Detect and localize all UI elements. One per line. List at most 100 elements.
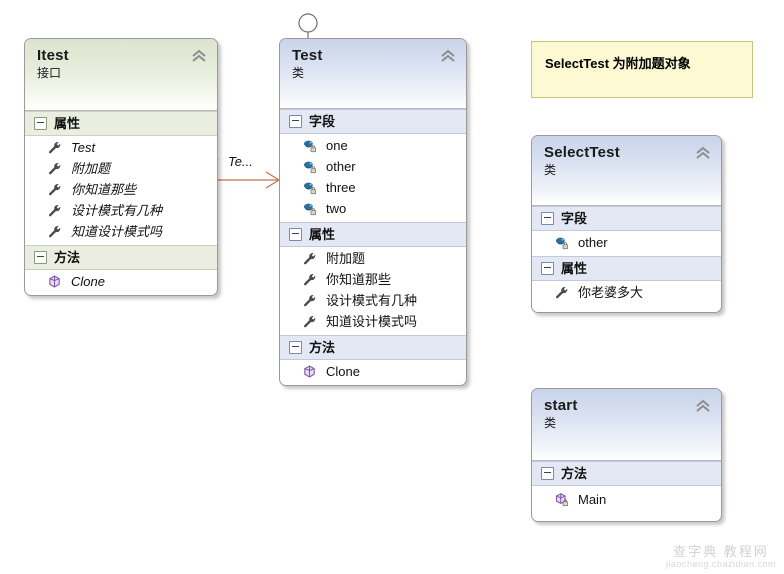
member-row[interactable]: 你老婆多大 — [532, 282, 721, 303]
shape-stereotype: 类 — [544, 416, 557, 430]
connector-overflow-label: Te... — [228, 154, 253, 169]
collapse-expander-icon[interactable] — [541, 212, 554, 225]
member-list-fields: other — [532, 231, 721, 256]
shape-title: Test — [292, 47, 323, 64]
class-shape-test[interactable]: Test 类 字段 one other three two 属性 附加题 你知道… — [279, 38, 467, 386]
member-row[interactable]: other — [280, 156, 466, 177]
shape-stereotype: 类 — [292, 66, 305, 80]
collapse-expander-icon[interactable] — [289, 228, 302, 241]
collapse-chevron-icon[interactable] — [694, 145, 712, 161]
member-label: other — [578, 235, 608, 250]
member-label: Clone — [71, 274, 105, 289]
member-list-methods: Clone — [280, 360, 466, 385]
compartment-header-properties[interactable]: 属性 — [25, 111, 217, 136]
shape-stereotype: 接口 — [37, 66, 62, 80]
collapse-expander-icon[interactable] — [541, 467, 554, 480]
member-row[interactable]: 你知道那些 — [25, 179, 217, 200]
method-private-icon — [554, 492, 569, 507]
member-row[interactable]: two — [280, 198, 466, 219]
property-icon — [554, 285, 569, 300]
method-icon — [47, 274, 62, 289]
member-row[interactable]: one — [280, 135, 466, 156]
property-icon — [47, 140, 62, 155]
property-icon — [302, 251, 317, 266]
member-row[interactable]: 你知道那些 — [280, 269, 466, 290]
class-shape-itest[interactable]: Itest 接口 属性 Test 附加题 你知道那些 设计模式有几种 知道设计模… — [24, 38, 218, 296]
member-label: 你老婆多大 — [578, 285, 644, 300]
collapse-chevron-icon[interactable] — [190, 48, 208, 64]
member-row[interactable]: Clone — [280, 361, 466, 382]
shape-header: start 类 — [532, 389, 721, 461]
class-shape-selecttest[interactable]: SelectTest 类 字段 other 属性 你老婆多大 — [531, 135, 722, 313]
lollipop-circle — [298, 13, 318, 33]
class-shape-start[interactable]: start 类 方法 Main — [531, 388, 722, 522]
compartment-title: 属性 — [561, 261, 588, 276]
member-row[interactable]: 附加题 — [280, 248, 466, 269]
member-label: two — [326, 201, 347, 216]
member-list-methods: Clone — [25, 270, 217, 295]
member-label: one — [326, 138, 348, 153]
shape-header: SelectTest 类 — [532, 136, 721, 206]
member-label: 你知道那些 — [326, 272, 392, 287]
compartment-title: 属性 — [54, 116, 81, 131]
shape-title: start — [544, 397, 578, 414]
compartment-title: 字段 — [561, 211, 588, 226]
property-icon — [302, 272, 317, 287]
compartment-header-properties[interactable]: 属性 — [532, 256, 721, 281]
member-label: other — [326, 159, 356, 174]
field-private-icon — [554, 235, 569, 250]
member-list-properties: 你老婆多大 — [532, 281, 721, 312]
method-icon — [302, 364, 317, 379]
member-row[interactable]: 知道设计模式吗 — [280, 311, 466, 332]
compartment-header-methods[interactable]: 方法 — [25, 245, 217, 270]
field-private-icon — [302, 180, 317, 195]
property-icon — [47, 161, 62, 176]
member-label: 设计模式有几种 — [326, 293, 418, 308]
member-list-fields: one other three two — [280, 134, 466, 222]
comment-note-text: SelectTest 为附加题对象 — [545, 56, 691, 71]
property-icon — [47, 182, 62, 197]
compartment-header-fields[interactable]: 字段 — [532, 206, 721, 231]
shape-title: Itest — [37, 47, 69, 64]
property-icon — [47, 224, 62, 239]
member-row[interactable]: 设计模式有几种 — [25, 200, 217, 221]
member-label: 知道设计模式吗 — [326, 314, 418, 329]
collapse-expander-icon[interactable] — [289, 341, 302, 354]
member-row[interactable]: three — [280, 177, 466, 198]
diagram-canvas: Te... Itest 接口 属性 Test 附加题 你知道那些 设计模式有几种… — [0, 0, 784, 574]
member-row[interactable]: other — [532, 232, 721, 253]
compartment-header-properties[interactable]: 属性 — [280, 222, 466, 247]
collapse-expander-icon[interactable] — [289, 115, 302, 128]
shape-stereotype: 类 — [544, 163, 557, 177]
comment-note[interactable]: SelectTest 为附加题对象 — [531, 41, 753, 98]
property-icon — [302, 293, 317, 308]
member-list-properties: 附加题 你知道那些 设计模式有几种 知道设计模式吗 — [280, 247, 466, 335]
member-row[interactable]: 知道设计模式吗 — [25, 221, 217, 242]
member-label: Test — [71, 140, 96, 155]
member-row[interactable]: Main — [532, 489, 721, 510]
member-row[interactable]: 附加题 — [25, 158, 217, 179]
field-private-icon — [302, 159, 317, 174]
compartment-title: 方法 — [54, 250, 81, 265]
compartment-header-methods[interactable]: 方法 — [532, 461, 721, 486]
member-row[interactable]: Test — [25, 137, 217, 158]
collapse-chevron-icon[interactable] — [694, 398, 712, 414]
field-private-icon — [302, 138, 317, 153]
member-row[interactable]: 设计模式有几种 — [280, 290, 466, 311]
member-row[interactable]: Clone — [25, 271, 217, 292]
compartment-title: 字段 — [309, 114, 336, 129]
compartment-title: 方法 — [561, 466, 588, 481]
collapse-chevron-icon[interactable] — [439, 48, 457, 64]
watermark-sub-text: jiaocheng.chazidian.com — [665, 559, 776, 569]
compartment-header-fields[interactable]: 字段 — [280, 109, 466, 134]
collapse-expander-icon[interactable] — [34, 251, 47, 264]
compartment-title: 属性 — [309, 227, 336, 242]
collapse-expander-icon[interactable] — [34, 117, 47, 130]
member-label: Clone — [326, 364, 360, 379]
shape-header: Test 类 — [280, 39, 466, 109]
association-arrowhead — [265, 171, 281, 189]
compartment-header-methods[interactable]: 方法 — [280, 335, 466, 360]
field-private-icon — [302, 201, 317, 216]
property-icon — [302, 314, 317, 329]
collapse-expander-icon[interactable] — [541, 262, 554, 275]
